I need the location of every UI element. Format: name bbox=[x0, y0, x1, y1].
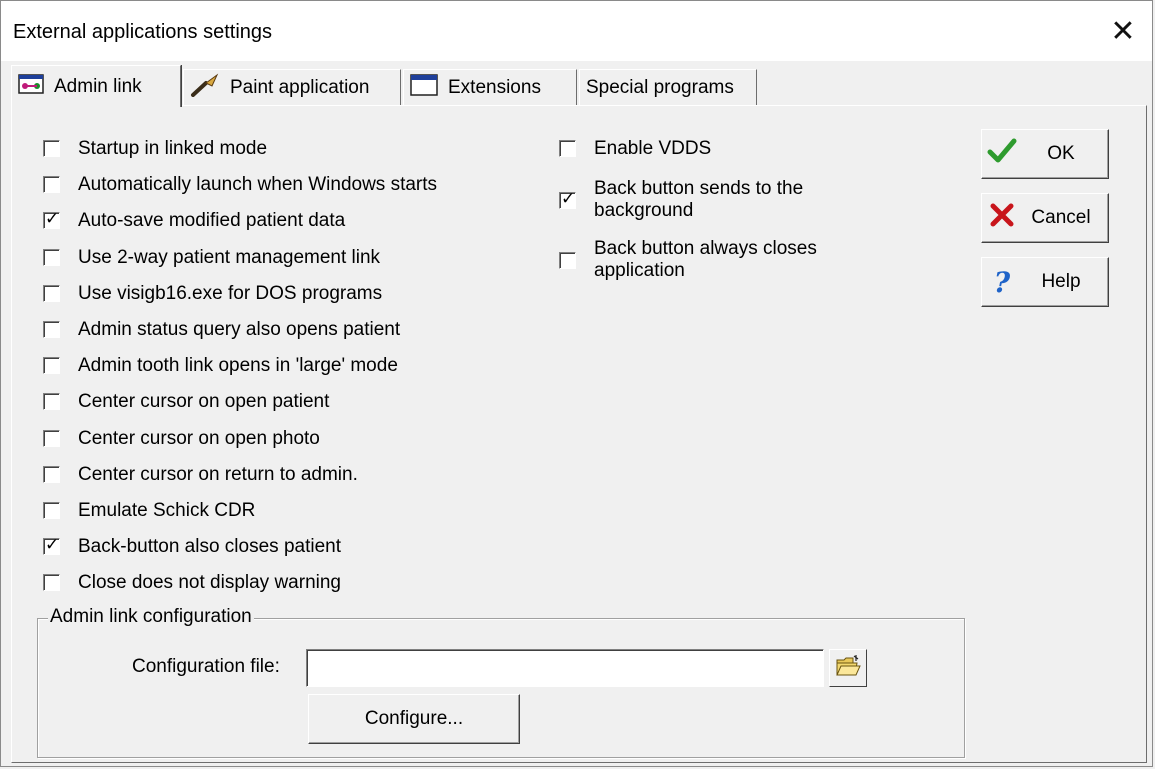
checkbox-unchecked[interactable] bbox=[43, 249, 60, 266]
checkbox-unchecked[interactable] bbox=[43, 357, 60, 374]
checkbox-label: Admin status query also opens patient bbox=[78, 319, 401, 340]
tab-extensions[interactable]: Extensions bbox=[403, 69, 577, 105]
tab-admin-link-label: Admin link bbox=[54, 75, 142, 97]
checkbox-option[interactable]: Enable VDDS bbox=[559, 138, 711, 160]
checkbox-option[interactable]: Admin tooth link opens in 'large' mode bbox=[43, 355, 398, 377]
checkbox-label-line: background bbox=[594, 200, 694, 221]
close-button[interactable]: ✕ bbox=[1094, 1, 1152, 61]
checkbox-unchecked[interactable] bbox=[43, 140, 60, 157]
checkbox-option[interactable]: Startup in linked mode bbox=[43, 138, 267, 160]
checkbox-option[interactable]: Automatically launch when Windows starts bbox=[43, 174, 437, 196]
checkbox-label: Automatically launch when Windows starts bbox=[78, 174, 438, 195]
checkbox-option[interactable]: Admin status query also opens patient bbox=[43, 319, 400, 341]
checkbox-label: Back button always closes application bbox=[594, 238, 817, 282]
checkbox-option[interactable]: Back button always closes application bbox=[559, 238, 817, 282]
checkbox-option[interactable]: ✓ Back button sends to the background bbox=[559, 178, 803, 222]
dialog-title: External applications settings bbox=[13, 21, 273, 43]
checkbox-unchecked[interactable] bbox=[559, 140, 576, 157]
tab-extensions-label: Extensions bbox=[448, 76, 541, 98]
checkbox-label: Emulate Schick CDR bbox=[78, 500, 256, 521]
checkbox-option[interactable]: Use visigb16.exe for DOS programs bbox=[43, 283, 382, 305]
checkbox-option[interactable]: Center cursor on open photo bbox=[43, 428, 320, 450]
open-folder-icon bbox=[835, 654, 861, 682]
checkbox-label: Enable VDDS bbox=[594, 138, 711, 160]
checkbox-label-line: Enable VDDS bbox=[594, 138, 712, 159]
checkbox-label: Center cursor on open photo bbox=[78, 428, 320, 449]
checkbox-checked[interactable]: ✓ bbox=[43, 535, 60, 555]
admin-link-configuration-group: Admin link configuration Configuration f… bbox=[37, 606, 965, 758]
cancel-button[interactable]: Cancel bbox=[981, 193, 1109, 243]
checkbox-label: Use visigb16.exe for DOS programs bbox=[78, 283, 383, 304]
checkbox-checked[interactable]: ✓ bbox=[43, 209, 60, 229]
config-file-input[interactable] bbox=[306, 649, 824, 687]
checkmark-icon: ✓ bbox=[561, 189, 576, 208]
checkbox-label-line: Back button always closes bbox=[594, 238, 817, 259]
cancel-label: Cancel bbox=[1031, 207, 1091, 228]
tab-special-programs[interactable]: Special programs bbox=[579, 69, 757, 105]
window-icon bbox=[410, 73, 438, 102]
checkbox-unchecked[interactable] bbox=[43, 393, 60, 410]
help-label: Help bbox=[1041, 271, 1081, 292]
checkbox-label: Use 2-way patient management link bbox=[78, 247, 381, 268]
ok-button[interactable]: OK bbox=[981, 129, 1109, 179]
checkbox-label: Auto-save modified patient data bbox=[78, 210, 346, 231]
config-file-label: Configuration file: bbox=[132, 656, 280, 677]
checkbox-label: Startup in linked mode bbox=[78, 138, 268, 159]
checkbox-unchecked[interactable] bbox=[43, 502, 60, 519]
checkbox-unchecked[interactable] bbox=[559, 252, 576, 269]
checkbox-label: Center cursor on return to admin. bbox=[78, 464, 358, 485]
checkbox-unchecked[interactable] bbox=[43, 574, 60, 591]
title-bar: External applications settings ✕ bbox=[1, 1, 1152, 61]
checkbox-option[interactable]: ✓ Auto-save modified patient data bbox=[43, 209, 346, 232]
settings-dialog: External applications settings ✕ Admin l… bbox=[0, 0, 1153, 767]
checkbox-option[interactable]: Center cursor on return to admin. bbox=[43, 464, 358, 486]
tab-paint-application-label: Paint application bbox=[230, 76, 370, 98]
configure-label: Configure... bbox=[364, 708, 464, 729]
checkmark-icon: ✓ bbox=[45, 535, 60, 554]
checkbox-option[interactable]: ✓ Back-button also closes patient bbox=[43, 535, 341, 558]
close-icon: ✕ bbox=[1110, 14, 1136, 48]
checkbox-unchecked[interactable] bbox=[43, 176, 60, 193]
checkbox-checked[interactable]: ✓ bbox=[559, 189, 576, 209]
checkbox-label-line: application bbox=[594, 260, 685, 281]
paintbrush-icon bbox=[190, 72, 220, 103]
checkmark-icon: ✓ bbox=[45, 209, 60, 228]
checkbox-label: Back button sends to the background bbox=[594, 178, 803, 222]
checkbox-label: Back-button also closes patient bbox=[78, 536, 341, 557]
checkbox-option[interactable]: Emulate Schick CDR bbox=[43, 500, 255, 522]
question-mark-icon: ? bbox=[993, 265, 1011, 299]
ok-label: OK bbox=[1047, 143, 1075, 164]
checkbox-unchecked[interactable] bbox=[43, 321, 60, 338]
tab-paint-application[interactable]: Paint application bbox=[183, 69, 401, 105]
checkbox-option[interactable]: Center cursor on open patient bbox=[43, 391, 329, 413]
checkbox-unchecked[interactable] bbox=[43, 430, 60, 447]
checkbox-label: Center cursor on open patient bbox=[78, 391, 330, 412]
checkbox-option[interactable]: Close does not display warning bbox=[43, 572, 341, 594]
help-button[interactable]: ? Help bbox=[981, 257, 1109, 307]
checkbox-option[interactable]: Use 2-way patient management link bbox=[43, 247, 380, 269]
tab-special-programs-label: Special programs bbox=[586, 76, 734, 98]
checkbox-unchecked[interactable] bbox=[43, 285, 60, 302]
checkbox-label: Close does not display warning bbox=[78, 572, 341, 593]
checkmark-icon bbox=[982, 138, 1022, 171]
checkbox-label: Admin tooth link opens in 'large' mode bbox=[78, 355, 398, 376]
group-legend: Admin link configuration bbox=[48, 606, 254, 628]
configure-button[interactable]: Configure... bbox=[308, 694, 520, 744]
x-icon bbox=[982, 202, 1022, 235]
browse-folder-button[interactable] bbox=[829, 649, 867, 687]
checkbox-label-line: Back button sends to the bbox=[594, 178, 804, 199]
checkbox-unchecked[interactable] bbox=[43, 466, 60, 483]
admin-link-icon bbox=[18, 73, 44, 100]
tab-admin-link[interactable]: Admin link bbox=[11, 65, 181, 107]
